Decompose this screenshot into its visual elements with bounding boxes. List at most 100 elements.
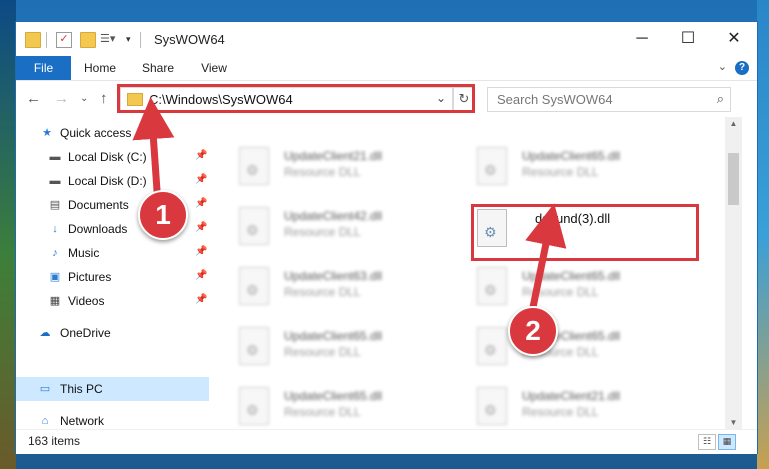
file-list: ⚙ UpdateClient21.dll Resource DLL ⚙ Upda… [209,117,725,429]
status-bar: 163 items ☷ ▦ [16,429,757,454]
window-title: SysWOW64 [154,32,225,47]
list-item[interactable]: ⚙ UpdateClient21.dll Resource DLL [239,147,469,197]
network-icon: ⌂ [41,415,49,427]
sidebar-item-local-disk-d[interactable]: ▬ Local Disk (D:) 📌 [16,169,209,193]
pin-icon[interactable]: 📌 [195,294,207,305]
file-name: UpdateClient21.dll [284,149,383,163]
pin-icon[interactable]: 📌 [195,174,207,185]
music-icon: ♪ [52,247,58,259]
tab-share[interactable]: Share [136,56,180,80]
sidebar-item-this-pc[interactable]: ▭ This PC [16,377,209,401]
list-item[interactable]: ⚙ UpdateClient63.dll Resource DLL [239,267,469,317]
pin-icon[interactable]: 📌 [195,150,207,161]
new-folder-icon[interactable] [80,32,96,48]
help-button[interactable]: ? [735,61,749,75]
drive-icon: ▬ [49,175,61,187]
tab-file[interactable]: File [16,56,71,80]
desktop-background-left [0,0,16,469]
list-item[interactable]: ⚙ UpdateClient21.dll Resource DLL [477,387,707,429]
navigation-pane: ★ Quick access ▬ Local Disk (C:) 📌 ▬ Loc… [16,117,209,429]
list-item[interactable]: ⚙ UpdateClient65.dll Resource DLL [477,147,707,197]
file-name: UpdateClient65.dll [522,149,621,163]
file-type: Resource DLL [522,165,599,179]
list-item[interactable]: ⚙ UpdateClient65.dll Resource DLL [239,327,469,377]
download-icon: ↓ [52,223,58,235]
sidebar-item-local-disk-c[interactable]: ▬ Local Disk (C:) 📌 [16,145,209,169]
scroll-down-icon[interactable]: ▼ [725,418,742,427]
pin-icon[interactable]: 📌 [195,198,207,209]
sidebar-item-onedrive[interactable]: ☁ OneDrive [16,321,209,345]
file-type: Resource DLL [284,345,361,359]
dll-file-icon: ⚙ [239,387,269,425]
file-name: UpdateClient65.dll [284,389,383,403]
file-name: UpdateClient21.dll [522,389,621,403]
title-bar: ✓ ☰▾ ▾ SysWOW64 ─ ☐ ✕ [16,22,757,56]
file-name: UpdateClient65.dll [522,269,621,283]
tab-home[interactable]: Home [78,56,122,80]
customize-toolbar-icon[interactable]: ☰▾ [100,32,115,46]
sidebar-item-videos[interactable]: ▦ Videos 📌 [16,289,209,313]
sidebar-item-music[interactable]: ♪ Music 📌 [16,241,209,265]
file-name: UpdateClient65.dll [284,329,383,343]
up-arrow-icon[interactable]: ↑ [100,90,108,107]
sidebar-item-label: Videos [68,294,105,308]
documents-icon: ▤ [49,199,61,211]
pin-icon[interactable]: 📌 [195,270,207,281]
list-item[interactable]: ⚙ UpdateClient65.dll Resource DLL [477,267,707,317]
properties-icon[interactable]: ✓ [56,32,72,48]
navigation-bar: ← → ⌄ ↑ C:\Windows\SysWOW64 ⌄ ↻ Search S… [16,81,757,117]
vertical-scrollbar[interactable]: ▲ ▼ [725,117,742,429]
sidebar-item-label: Downloads [68,222,128,236]
search-placeholder: Search SysWOW64 [497,92,613,107]
sidebar-item-pictures[interactable]: ▣ Pictures 📌 [16,265,209,289]
minimize-button[interactable]: ─ [619,22,665,56]
list-item[interactable]: ⚙ UpdateClient42.dll Resource DLL [239,207,469,257]
sidebar-item-quick-access[interactable]: ★ Quick access [16,121,209,145]
forward-arrow-icon[interactable]: → [54,90,69,107]
sidebar-item-label: OneDrive [60,326,111,340]
pin-icon[interactable]: 📌 [195,246,207,257]
file-type: Resource DLL [284,225,361,239]
scrollbar-thumb[interactable] [728,153,739,205]
sidebar-item-label: Quick access [60,126,132,140]
back-arrow-icon[interactable]: ← [26,90,41,107]
step-badge-1: 1 [138,190,188,240]
drive-icon: ▬ [49,151,61,163]
dll-file-icon: ⚙ [477,327,507,365]
dll-file-icon: ⚙ [239,327,269,365]
computer-icon: ▭ [39,383,51,395]
sidebar-item-label: This PC [60,382,103,396]
file-name: UpdateClient63.dll [284,269,383,283]
large-icons-view-icon[interactable]: ▦ [718,434,736,450]
maximize-button[interactable]: ☐ [665,22,711,56]
toolbar-divider [140,32,141,48]
recent-locations-chevron-icon[interactable]: ⌄ [80,93,88,104]
list-item[interactable]: ⚙ UpdateClient65.dll Resource DLL [239,387,469,429]
file-type: Resource DLL [284,165,361,179]
file-type: Resource DLL [284,285,361,299]
scroll-up-icon[interactable]: ▲ [725,119,742,128]
address-highlight-box [117,84,475,113]
file-type: Resource DLL [284,405,361,419]
file-highlight-box [471,204,699,261]
sidebar-item-label: Local Disk (C:) [68,150,147,164]
dropdown-icon[interactable]: ▾ [126,32,140,46]
toolbar-divider [46,32,47,48]
pictures-icon: ▣ [49,271,61,283]
ribbon-tabs: File Home Share View ⌄ ? [16,56,757,81]
item-count: 163 items [28,434,81,448]
file-type: Resource DLL [522,405,599,419]
pin-icon[interactable]: 📌 [195,222,207,233]
tab-view[interactable]: View [194,56,234,80]
star-icon: ★ [42,127,52,139]
dll-file-icon: ⚙ [477,267,507,305]
search-input[interactable]: Search SysWOW64 ⌕ [487,87,731,112]
desktop-background-right [757,0,769,469]
chevron-down-icon[interactable]: ⌄ [718,60,727,73]
folder-icon [25,32,41,48]
search-icon[interactable]: ⌕ [717,91,724,107]
close-button[interactable]: ✕ [711,22,757,56]
dll-file-icon: ⚙ [239,267,269,305]
sidebar-item-label: Documents [68,198,129,212]
details-view-icon[interactable]: ☷ [698,434,716,450]
